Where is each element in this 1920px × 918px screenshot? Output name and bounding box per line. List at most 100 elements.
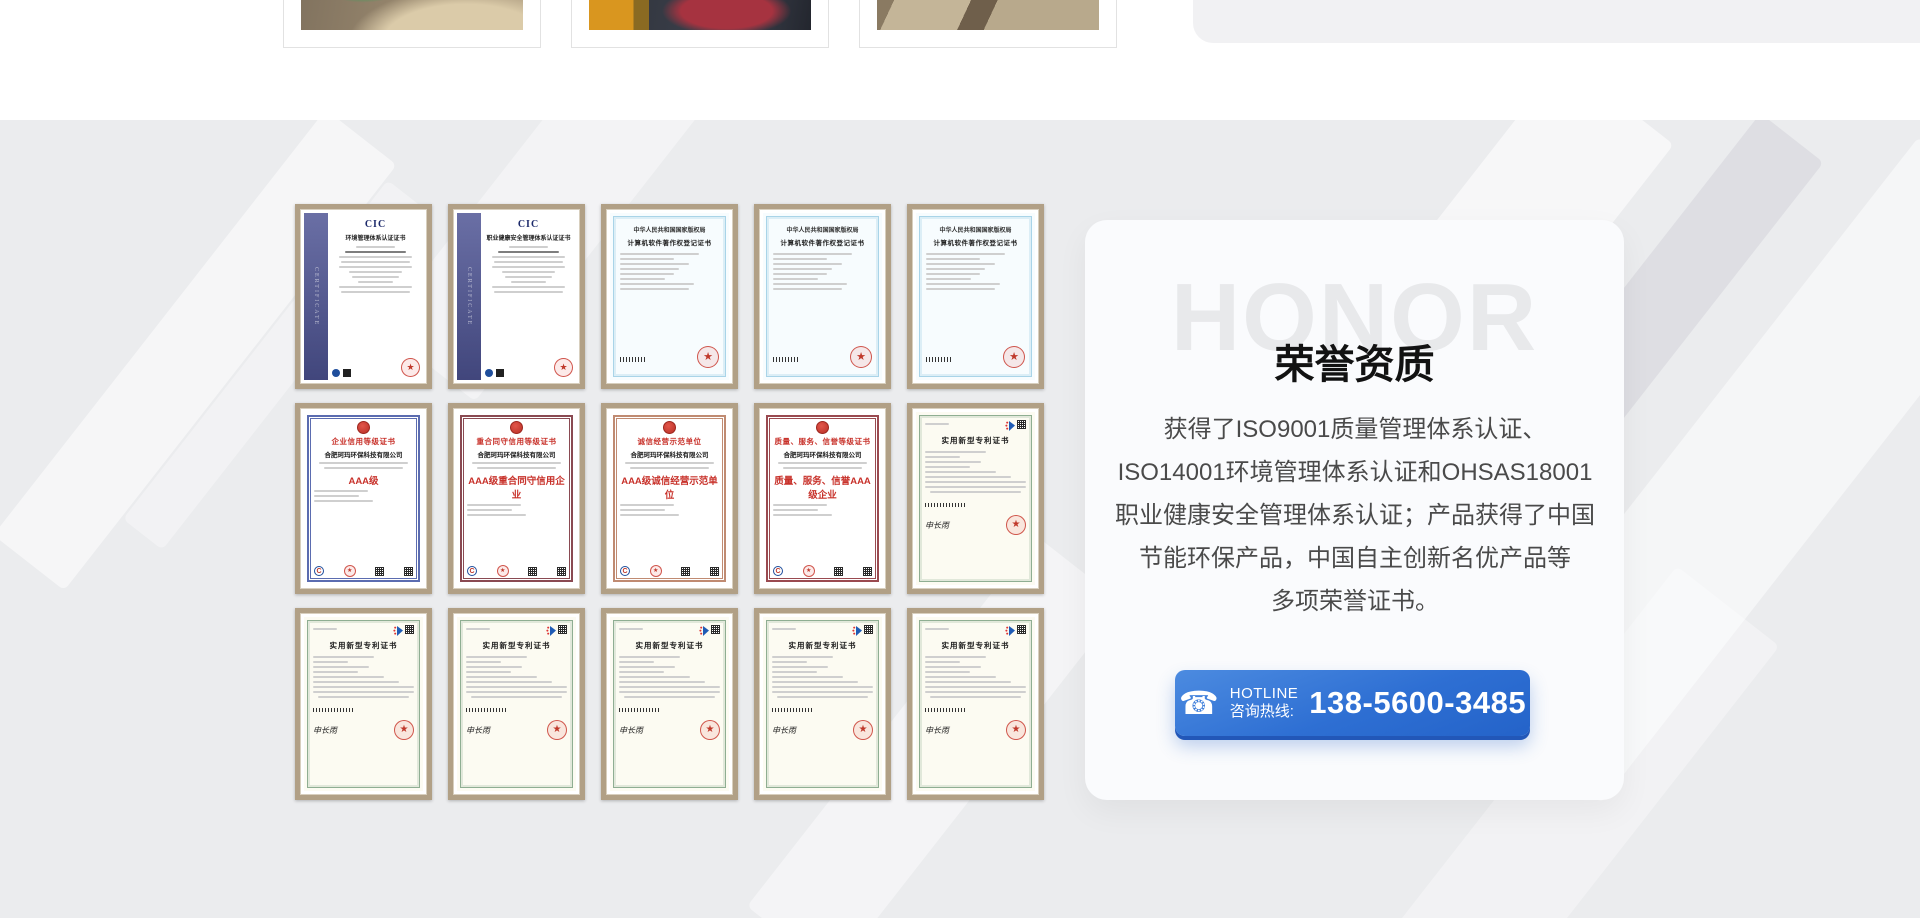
red-star-stamp: ★ <box>803 565 815 577</box>
gallery-card-2[interactable] <box>571 0 829 48</box>
certificate-tile-1[interactable]: CERTIFICATE CIC 环境管理体系认证证书 ★ <box>295 204 432 389</box>
cnipa-logo <box>1005 420 1017 432</box>
honor-section: CERTIFICATE CIC 环境管理体系认证证书 ★ CERTIFICATE… <box>0 120 1920 918</box>
certificate-title: 重合同守信用等级证书 <box>467 436 566 447</box>
cic-side-band: CERTIFICATE <box>304 213 328 380</box>
honor-description-line: 多项荣誉证书。 <box>1105 580 1605 623</box>
certificate-tile-10[interactable]: 实用新型专利证书 申长雨 ★ <box>907 403 1044 594</box>
patent-header <box>925 420 1026 432</box>
barcode <box>926 357 952 362</box>
certificate-tile-11[interactable]: 实用新型专利证书 申长雨 ★ <box>295 608 432 800</box>
hotline-labels: HOTLINE 咨询热线: <box>1230 685 1299 721</box>
qr-code <box>557 567 566 576</box>
credit-logos: C ★ <box>467 565 566 577</box>
credit-inner-frame: 重合同守信用等级证书 合肥珂玛环保科技有限公司 AAA级重合同守信用企业 C ★ <box>460 415 573 582</box>
cic-logos <box>485 369 504 377</box>
red-round-stamp: ★ <box>697 346 719 368</box>
gallery-card-3[interactable] <box>859 0 1117 48</box>
red-round-stamp: ★ <box>700 720 720 740</box>
red-round-stamp: ★ <box>853 720 873 740</box>
cnipa-logo <box>393 625 405 637</box>
patent-footer: 申长雨 ★ <box>466 720 567 740</box>
patent-inner-frame: 实用新型专利证书 申长雨 ★ <box>307 620 420 788</box>
certificate-tile-14[interactable]: 实用新型专利证书 申长雨 ★ <box>754 608 891 800</box>
certificates-row-1: CERTIFICATE CIC 环境管理体系认证证书 ★ CERTIFICATE… <box>295 204 1044 389</box>
certificate-tile-9[interactable]: 质量、服务、信誉等级证书 合肥珂玛环保科技有限公司 质量、服务、信誉AAA级企业… <box>754 403 891 594</box>
honor-description-line: 获得了ISO9001质量管理体系认证、 <box>1105 408 1605 451</box>
certificate-authority: 中华人民共和国国家版权局 <box>926 225 1025 234</box>
certificate-paper: 实用新型专利证书 申长雨 ★ <box>916 617 1035 791</box>
certificate-title: 计算机软件著作权登记证书 <box>926 237 1025 247</box>
certificate-paper: CERTIFICATE CIC 职业健康安全管理体系认证证书 ★ <box>457 213 576 380</box>
certificate-tile-7[interactable]: 重合同守信用等级证书 合肥珂玛环保科技有限公司 AAA级重合同守信用企业 C ★ <box>448 403 585 594</box>
certificate-authority: 中华人民共和国国家版权局 <box>620 225 719 234</box>
cic-logo: CIC <box>485 219 572 230</box>
patent-header <box>772 625 873 637</box>
barcode <box>773 357 799 362</box>
certificate-tile-2[interactable]: CERTIFICATE CIC 职业健康安全管理体系认证证书 ★ <box>448 204 585 389</box>
cic-qr-code <box>496 369 504 377</box>
certificate-title: 职业健康安全管理体系认证证书 <box>485 233 572 242</box>
certificate-level: AAA级 <box>314 473 413 487</box>
patent-header <box>925 625 1026 637</box>
patent-inner-frame: 实用新型专利证书 申长雨 ★ <box>766 620 879 788</box>
certificate-tile-12[interactable]: 实用新型专利证书 申长雨 ★ <box>448 608 585 800</box>
red-star-stamp: ★ <box>344 565 356 577</box>
patent-header <box>466 625 567 637</box>
certificate-paper: 实用新型专利证书 申长雨 ★ <box>610 617 729 791</box>
certificate-paper: 诚信经营示范单位 合肥珂玛环保科技有限公司 AAA级诚信经营示范单位 C ★ <box>610 412 729 585</box>
certificate-paper: CERTIFICATE CIC 环境管理体系认证证书 ★ <box>304 213 423 380</box>
cnipa-logo <box>1005 625 1017 637</box>
certificates-row-3: 实用新型专利证书 申长雨 ★ 实用新型专利证书 <box>295 608 1044 800</box>
certificate-tile-8[interactable]: 诚信经营示范单位 合肥珂玛环保科技有限公司 AAA级诚信经营示范单位 C ★ <box>601 403 738 594</box>
honor-description: 获得了ISO9001质量管理体系认证、 ISO14001环境管理体系认证和OHS… <box>1105 408 1605 623</box>
hotline-button[interactable]: ☎ HOTLINE 咨询热线: 138-5600-3485 <box>1175 670 1530 736</box>
certificate-tile-4[interactable]: 中华人民共和国国家版权局 计算机软件著作权登记证书 ★ <box>754 204 891 389</box>
red-emblem-icon <box>510 421 523 434</box>
phone-icon: ☎ <box>1179 687 1219 719</box>
certificate-title: 计算机软件著作权登记证书 <box>773 237 872 247</box>
red-round-stamp: ★ <box>547 720 567 740</box>
red-round-stamp: ★ <box>394 720 414 740</box>
signature: 申长雨 <box>466 725 490 736</box>
certificate-tile-13[interactable]: 实用新型专利证书 申长雨 ★ <box>601 608 738 800</box>
cic-body: CIC 职业健康安全管理体系认证证书 ★ <box>481 213 576 380</box>
signature: 申长雨 <box>925 520 949 531</box>
qr-code <box>405 625 414 634</box>
hotline-label-en: HOTLINE <box>1230 685 1299 703</box>
cic-side-text: CERTIFICATE <box>466 267 472 326</box>
certificate-tile-5[interactable]: 中华人民共和国国家版权局 计算机软件著作权登记证书 ★ <box>907 204 1044 389</box>
credit-round-logo: C <box>314 566 324 576</box>
red-star-stamp: ★ <box>401 358 420 377</box>
red-star-stamp: ★ <box>650 565 662 577</box>
certificate-level: AAA级重合同守信用企业 <box>467 473 566 501</box>
barcode <box>466 708 506 712</box>
patent-footer: 申长雨 ★ <box>772 720 873 740</box>
gallery-card-1[interactable] <box>283 0 541 48</box>
qr-code <box>1017 420 1026 429</box>
credit-inner-frame: 企业信用等级证书 合肥珂玛环保科技有限公司 AAA级 C ★ <box>307 415 420 582</box>
certificate-title: 诚信经营示范单位 <box>620 436 719 447</box>
page-root: CERTIFICATE CIC 环境管理体系认证证书 ★ CERTIFICATE… <box>0 0 1920 918</box>
certificate-company: 合肥珂玛环保科技有限公司 <box>620 449 719 459</box>
cic-qr-code <box>343 369 351 377</box>
certificate-paper: 中华人民共和国国家版权局 计算机软件著作权登记证书 ★ <box>916 213 1035 380</box>
red-emblem-icon <box>816 421 829 434</box>
qr-code <box>404 567 413 576</box>
patent-inner-frame: 实用新型专利证书 申长雨 ★ <box>613 620 726 788</box>
patent-footer: 申长雨 ★ <box>925 720 1026 740</box>
red-emblem-icon <box>357 421 370 434</box>
qr-code <box>1017 625 1026 634</box>
certificate-tile-15[interactable]: 实用新型专利证书 申长雨 ★ <box>907 608 1044 800</box>
barcode <box>925 708 965 712</box>
certificate-title: 实用新型专利证书 <box>619 640 720 651</box>
patent-header <box>313 625 414 637</box>
certificate-paper: 实用新型专利证书 申长雨 ★ <box>916 412 1035 585</box>
certificate-company: 合肥珂玛环保科技有限公司 <box>314 449 413 459</box>
patent-footer: 申长雨 ★ <box>925 515 1026 535</box>
red-star-stamp: ★ <box>554 358 573 377</box>
signature: 申长雨 <box>925 725 949 736</box>
certificate-tile-6[interactable]: 企业信用等级证书 合肥珂玛环保科技有限公司 AAA级 C ★ <box>295 403 432 594</box>
certificate-tile-3[interactable]: 中华人民共和国国家版权局 计算机软件著作权登记证书 ★ <box>601 204 738 389</box>
certificate-paper: 中华人民共和国国家版权局 计算机软件著作权登记证书 ★ <box>610 213 729 380</box>
